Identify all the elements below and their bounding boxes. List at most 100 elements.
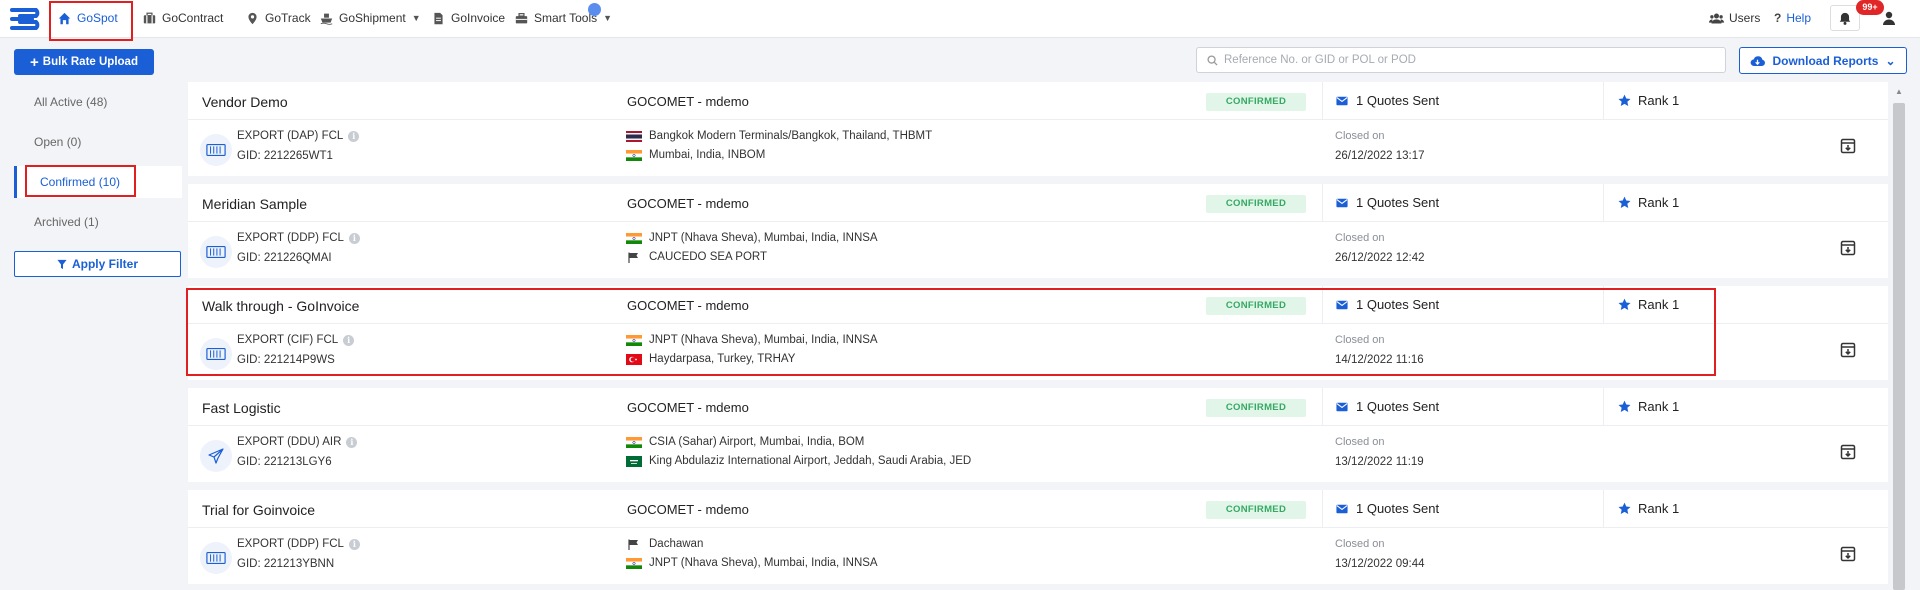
shipment-type-label: EXPORT (DDP) FCL bbox=[237, 232, 344, 244]
tab-label: Archived (1) bbox=[34, 215, 99, 229]
rfq-card[interactable]: Walk through - GoInvoice GOCOMET - mdemo… bbox=[188, 286, 1888, 380]
users-link[interactable]: Users bbox=[1709, 0, 1760, 36]
pod-name: King Abdulaziz International Airport, Je… bbox=[649, 455, 972, 467]
bulk-rate-upload-label: Bulk Rate Upload bbox=[42, 56, 138, 68]
archive-icon[interactable] bbox=[1840, 138, 1856, 154]
rfq-card[interactable]: Meridian Sample GOCOMET - mdemo CONFIRME… bbox=[188, 184, 1888, 278]
column-divider bbox=[1603, 388, 1604, 426]
chevron-down-icon: ▼ bbox=[411, 13, 421, 23]
rfq-card[interactable]: Fast Logistic GOCOMET - mdemo CONFIRMED … bbox=[188, 388, 1888, 482]
map-pin-icon bbox=[248, 12, 257, 24]
india-flag-icon bbox=[626, 436, 642, 448]
status-badge: CONFIRMED bbox=[1206, 501, 1306, 519]
vendor-name: GOCOMET - mdemo bbox=[627, 196, 749, 211]
star-icon bbox=[1618, 502, 1631, 515]
closed-on-date: 13/12/2022 11:19 bbox=[1335, 456, 1424, 468]
status-badge: CONFIRMED bbox=[1206, 93, 1306, 111]
nav-item-goshipment[interactable]: GoShipment ▼ bbox=[320, 0, 421, 36]
cloud-download-icon bbox=[1751, 55, 1766, 66]
pod-name: Haydarpasa, Turkey, TRHAY bbox=[649, 353, 796, 365]
help-link[interactable]: ? Help bbox=[1774, 0, 1811, 36]
bulk-rate-upload-button[interactable]: + Bulk Rate Upload bbox=[14, 49, 154, 75]
tab-archived[interactable]: Archived (1) bbox=[14, 206, 182, 238]
shipment-type: EXPORT (CIF) FCL i bbox=[237, 334, 355, 346]
nav-item-gocontract[interactable]: GoContract bbox=[143, 0, 223, 36]
info-icon[interactable]: i bbox=[343, 334, 355, 346]
closed-on-date: 26/12/2022 12:42 bbox=[1335, 252, 1425, 264]
rfq-card-header: Vendor Demo GOCOMET - mdemo CONFIRMED 1 … bbox=[188, 82, 1888, 120]
archive-icon[interactable] bbox=[1840, 546, 1856, 562]
rfq-title[interactable]: Trial for Goinvoice bbox=[202, 502, 315, 518]
port-of-loading: Dachawan bbox=[626, 538, 703, 550]
column-divider bbox=[1603, 286, 1604, 324]
port-of-discharge: Haydarpasa, Turkey, TRHAY bbox=[626, 353, 795, 365]
rfq-title[interactable]: Meridian Sample bbox=[202, 196, 307, 212]
nav-item-gospot[interactable]: GoSpot bbox=[58, 0, 118, 36]
quotes-sent-label: 1 Quotes Sent bbox=[1356, 93, 1440, 108]
closed-on-label: Closed on bbox=[1335, 334, 1385, 346]
archive-icon[interactable] bbox=[1840, 444, 1856, 460]
gid: GID: 221214P9WS bbox=[237, 354, 335, 366]
rfq-card-header: Trial for Goinvoice GOCOMET - mdemo CONF… bbox=[188, 490, 1888, 528]
rfq-title[interactable]: Fast Logistic bbox=[202, 400, 281, 416]
search-box[interactable] bbox=[1196, 47, 1726, 73]
vendor-name: GOCOMET - mdemo bbox=[627, 502, 749, 517]
tab-confirmed[interactable]: Confirmed (10) bbox=[14, 166, 182, 198]
archive-icon[interactable] bbox=[1840, 240, 1856, 256]
vendor-name: GOCOMET - mdemo bbox=[627, 298, 749, 313]
tab-label: Confirmed (10) bbox=[40, 175, 121, 189]
column-divider bbox=[1603, 82, 1604, 120]
user-profile-icon[interactable] bbox=[1882, 11, 1896, 25]
quotes-sent-label: 1 Quotes Sent bbox=[1356, 399, 1440, 414]
closed-on-label: Closed on bbox=[1335, 436, 1385, 448]
column-divider bbox=[1603, 184, 1604, 222]
rank: Rank 1 bbox=[1618, 195, 1679, 210]
gid: GID: 221213LGY6 bbox=[237, 456, 332, 468]
info-icon[interactable]: i bbox=[348, 538, 360, 550]
star-icon bbox=[1618, 94, 1631, 107]
port-of-discharge: Mumbai, India, INBOM bbox=[626, 149, 765, 161]
scroll-up-arrow-icon[interactable]: ▲ bbox=[1895, 87, 1903, 96]
rfq-title[interactable]: Walk through - GoInvoice bbox=[202, 298, 359, 314]
search-input[interactable] bbox=[1224, 54, 1714, 66]
quotes-sent: 1 Quotes Sent bbox=[1336, 297, 1439, 312]
gocomet-logo-icon[interactable] bbox=[8, 6, 42, 32]
star-icon bbox=[1618, 196, 1631, 209]
archive-icon[interactable] bbox=[1840, 342, 1856, 358]
closed-on-date: 26/12/2022 13:17 bbox=[1335, 150, 1425, 162]
info-icon[interactable]: i bbox=[348, 232, 360, 244]
vendor-name: GOCOMET - mdemo bbox=[627, 400, 749, 415]
column-divider bbox=[1322, 388, 1323, 426]
gid: GID: 221213YBNN bbox=[237, 558, 335, 570]
flag-icon bbox=[628, 539, 638, 550]
question-mark-icon: ? bbox=[1774, 11, 1782, 25]
apply-filter-button[interactable]: Apply Filter bbox=[14, 251, 181, 277]
airplane-icon bbox=[200, 440, 232, 472]
shipment-type: EXPORT (DDU) AIR i bbox=[237, 436, 358, 448]
nav-item-gotrack[interactable]: GoTrack bbox=[246, 0, 311, 36]
rfq-card[interactable]: Trial for Goinvoice GOCOMET - mdemo CONF… bbox=[188, 490, 1888, 584]
rfq-card[interactable]: Vendor Demo GOCOMET - mdemo CONFIRMED 1 … bbox=[188, 82, 1888, 176]
filter-icon bbox=[57, 259, 67, 269]
pod-name: JNPT (Nhava Sheva), Mumbai, India, INNSA bbox=[649, 557, 878, 569]
tab-open[interactable]: Open (0) bbox=[14, 126, 182, 158]
envelope-icon bbox=[1336, 96, 1348, 105]
info-icon[interactable]: i bbox=[348, 130, 360, 142]
scrollbar-thumb[interactable] bbox=[1893, 103, 1905, 590]
saudi-arabia-flag-icon bbox=[626, 455, 642, 467]
download-reports-button[interactable]: Download Reports ⌄ bbox=[1739, 47, 1907, 74]
nav-item-goinvoice[interactable]: GoInvoice bbox=[432, 0, 505, 36]
help-label: Help bbox=[1786, 11, 1812, 25]
envelope-icon bbox=[1336, 198, 1348, 207]
pol-name: CSIA (Sahar) Airport, Mumbai, India, BOM bbox=[649, 436, 865, 448]
toolbox-icon bbox=[515, 12, 528, 23]
rfq-title[interactable]: Vendor Demo bbox=[202, 94, 288, 110]
pod-name: CAUCEDO SEA PORT bbox=[649, 251, 768, 263]
shipment-type-label: EXPORT (DAP) FCL bbox=[237, 130, 344, 142]
india-flag-icon bbox=[626, 232, 642, 244]
info-icon[interactable]: i bbox=[346, 436, 358, 448]
tab-all-active[interactable]: All Active (48) bbox=[14, 86, 182, 118]
quotes-sent: 1 Quotes Sent bbox=[1336, 93, 1439, 108]
column-divider bbox=[1603, 490, 1604, 528]
container-ship-icon bbox=[200, 338, 232, 370]
